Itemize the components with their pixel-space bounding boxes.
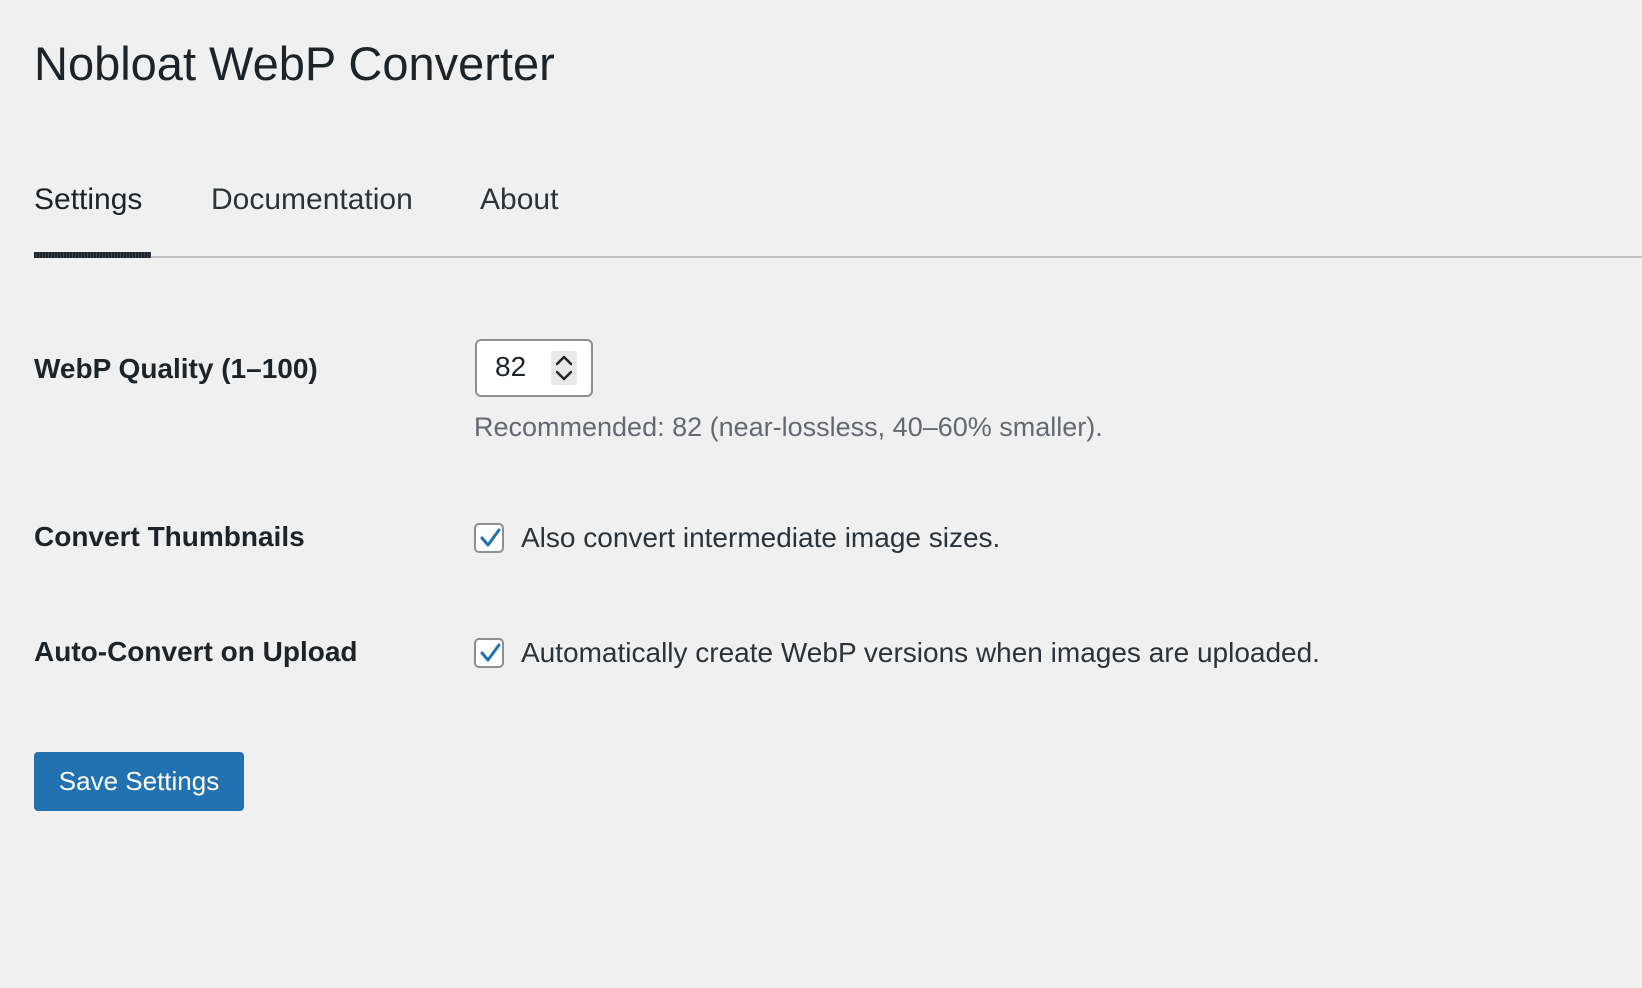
convert-thumbnails-label: Convert Thumbnails: [34, 521, 305, 552]
checkmark-icon: [480, 528, 501, 547]
webp-quality-description: Recommended: 82 (near-lossless, 40–60% s…: [474, 412, 1103, 442]
save-settings-button[interactable]: Save Settings: [34, 752, 244, 811]
webp-quality-value: 82: [495, 351, 527, 382]
tab-about[interactable]: About: [480, 178, 558, 256]
checkmark-icon: [480, 643, 501, 662]
webp-quality-label: WebP Quality (1–100): [34, 353, 318, 384]
convert-thumbnails-text: Also convert intermediate image sizes.: [521, 522, 1001, 553]
webp-quality-input[interactable]: 82: [475, 339, 593, 397]
auto-convert-text: Automatically create WebP versions when …: [521, 637, 1320, 668]
tab-bar: Settings Documentation About: [34, 178, 1642, 258]
convert-thumbnails-checkbox[interactable]: [474, 523, 504, 553]
page-title: Nobloat WebP Converter: [34, 37, 555, 90]
tab-settings[interactable]: Settings: [34, 178, 151, 258]
auto-convert-checkbox[interactable]: [474, 638, 504, 668]
chevron-up-down-icon[interactable]: [551, 351, 577, 385]
tab-documentation[interactable]: Documentation: [211, 178, 413, 256]
auto-convert-label: Auto-Convert on Upload: [34, 636, 358, 667]
